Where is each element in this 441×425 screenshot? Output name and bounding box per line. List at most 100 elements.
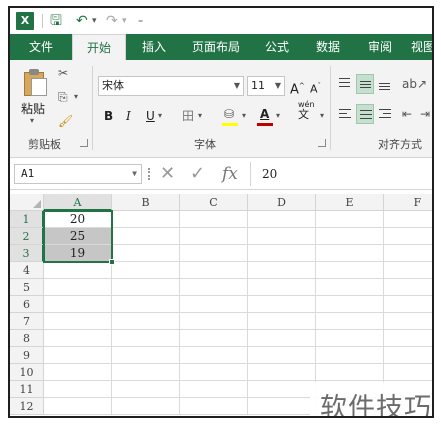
border-dropdown-icon[interactable]: ▾ xyxy=(198,106,202,126)
column-header-f[interactable]: F xyxy=(384,194,432,211)
cell-b1[interactable] xyxy=(112,211,180,228)
row-header-9[interactable]: 9 xyxy=(10,347,44,364)
cell-c12[interactable] xyxy=(180,398,248,415)
border-button[interactable]: 田 xyxy=(182,106,194,126)
redo-dropdown-icon[interactable]: ▾ xyxy=(122,12,127,30)
redo-icon[interactable]: ↷ xyxy=(106,12,118,30)
cell-e8[interactable] xyxy=(316,330,384,347)
align-top-button[interactable] xyxy=(336,74,354,94)
cell-c1[interactable] xyxy=(180,211,248,228)
formula-input[interactable]: 20 xyxy=(262,164,277,184)
copy-icon[interactable]: ⎘ xyxy=(58,90,68,105)
align-center-button[interactable] xyxy=(356,104,374,124)
cell-d2[interactable] xyxy=(248,228,316,245)
cell-c10[interactable] xyxy=(180,364,248,381)
cell-f8[interactable] xyxy=(384,330,432,347)
cell-b10[interactable] xyxy=(112,364,180,381)
cell-a4[interactable] xyxy=(44,262,112,279)
cell-d3[interactable] xyxy=(248,245,316,262)
cell-b9[interactable] xyxy=(112,347,180,364)
cell-a10[interactable] xyxy=(44,364,112,381)
cell-f7[interactable] xyxy=(384,313,432,330)
cell-d1[interactable] xyxy=(248,211,316,228)
row-header-3[interactable]: 3 xyxy=(10,245,44,262)
cell-d10[interactable] xyxy=(248,364,316,381)
cell-a11[interactable] xyxy=(44,381,112,398)
cell-a5[interactable] xyxy=(44,279,112,296)
cell-a6[interactable] xyxy=(44,296,112,313)
cell-d12[interactable] xyxy=(248,398,316,415)
column-header-d[interactable]: D xyxy=(248,194,316,211)
font-launcher-icon[interactable] xyxy=(318,139,326,147)
cell-c8[interactable] xyxy=(180,330,248,347)
undo-icon[interactable]: ↶ xyxy=(76,12,88,30)
row-header-1[interactable]: 1 xyxy=(10,211,44,228)
cell-d4[interactable] xyxy=(248,262,316,279)
cell-e1[interactable] xyxy=(316,211,384,228)
cell-a9[interactable] xyxy=(44,347,112,364)
insert-function-icon[interactable]: fx xyxy=(222,164,238,184)
font-color-button[interactable]: A xyxy=(260,104,269,124)
save-icon[interactable]: 🖫 xyxy=(50,12,62,30)
customize-qat-icon[interactable]: ₌ xyxy=(138,12,143,30)
select-all-button[interactable] xyxy=(10,194,44,211)
font-size-select[interactable]: 11 ▼ xyxy=(247,76,285,96)
cancel-icon[interactable]: ✕ xyxy=(160,164,175,184)
cell-a3[interactable]: 19 xyxy=(44,245,112,262)
cell-e6[interactable] xyxy=(316,296,384,313)
tab-home[interactable]: 开始 xyxy=(72,34,126,60)
row-header-4[interactable]: 4 xyxy=(10,262,44,279)
cell-b8[interactable] xyxy=(112,330,180,347)
align-middle-button[interactable] xyxy=(356,74,374,94)
cell-b2[interactable] xyxy=(112,228,180,245)
tab-review[interactable]: 审阅 xyxy=(354,34,406,60)
font-name-select[interactable]: 宋体 ▼ xyxy=(98,76,244,96)
cell-f9[interactable] xyxy=(384,347,432,364)
cell-d8[interactable] xyxy=(248,330,316,347)
column-header-e[interactable]: E xyxy=(316,194,384,211)
undo-dropdown-icon[interactable]: ▾ xyxy=(92,12,97,30)
tab-formulas[interactable]: 公式 xyxy=(252,34,302,60)
cell-f3[interactable] xyxy=(384,245,432,262)
cell-d11[interactable] xyxy=(248,381,316,398)
cell-d6[interactable] xyxy=(248,296,316,313)
row-header-7[interactable]: 7 xyxy=(10,313,44,330)
underline-button[interactable]: U xyxy=(146,106,155,126)
cell-b7[interactable] xyxy=(112,313,180,330)
cell-f10[interactable] xyxy=(384,364,432,381)
cell-a7[interactable] xyxy=(44,313,112,330)
cell-e3[interactable] xyxy=(316,245,384,262)
cell-f4[interactable] xyxy=(384,262,432,279)
row-header-6[interactable]: 6 xyxy=(10,296,44,313)
cell-c3[interactable] xyxy=(180,245,248,262)
cell-e2[interactable] xyxy=(316,228,384,245)
paste-icon[interactable] xyxy=(22,68,50,98)
fill-handle[interactable] xyxy=(109,259,115,265)
cell-c11[interactable] xyxy=(180,381,248,398)
cell-b4[interactable] xyxy=(112,262,180,279)
bold-button[interactable]: B xyxy=(104,106,113,126)
row-header-2[interactable]: 2 xyxy=(10,228,44,245)
cell-d7[interactable] xyxy=(248,313,316,330)
phonetic-button[interactable]: wén 文 xyxy=(298,100,315,120)
cell-d9[interactable] xyxy=(248,347,316,364)
tab-page-layout[interactable]: 页面布局 xyxy=(180,34,252,60)
cell-c2[interactable] xyxy=(180,228,248,245)
row-header-11[interactable]: 11 xyxy=(10,381,44,398)
cell-c6[interactable] xyxy=(180,296,248,313)
align-right-button[interactable] xyxy=(376,104,394,124)
column-header-a[interactable]: A xyxy=(44,194,112,211)
grow-font-button[interactable]: A^ xyxy=(290,76,305,97)
row-header-12[interactable]: 12 xyxy=(10,398,44,415)
cell-b6[interactable] xyxy=(112,296,180,313)
cell-f1[interactable] xyxy=(384,211,432,228)
cell-b11[interactable] xyxy=(112,381,180,398)
column-header-b[interactable]: B xyxy=(112,194,180,211)
paste-button-label[interactable]: 粘贴 xyxy=(21,100,45,117)
cell-e10[interactable] xyxy=(316,364,384,381)
tab-insert[interactable]: 插入 xyxy=(128,34,180,60)
row-header-8[interactable]: 8 xyxy=(10,330,44,347)
shrink-font-button[interactable]: Aˇ xyxy=(310,76,321,96)
cell-b3[interactable] xyxy=(112,245,180,262)
tab-data[interactable]: 数据 xyxy=(302,34,354,60)
